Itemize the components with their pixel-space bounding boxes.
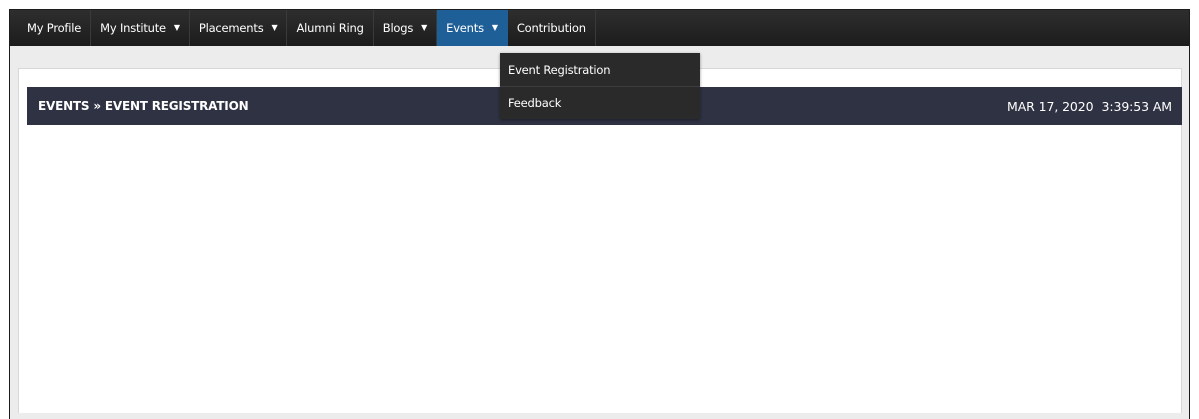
nav-my-institute-label: My Institute xyxy=(100,21,166,35)
nav-events[interactable]: Events ▼ xyxy=(437,10,508,46)
caret-down-icon: ▼ xyxy=(421,23,428,32)
menu-item-event-registration[interactable]: Event Registration xyxy=(500,53,700,86)
nav-placements[interactable]: Placements ▼ xyxy=(190,10,288,46)
nav-my-institute[interactable]: My Institute ▼ xyxy=(91,10,190,46)
menu-item-feedback[interactable]: Feedback xyxy=(500,86,700,119)
caret-down-icon: ▼ xyxy=(173,23,180,32)
nav-blogs[interactable]: Blogs ▼ xyxy=(374,10,438,46)
events-dropdown-menu: Event Registration Feedback xyxy=(500,53,700,119)
nav-my-profile-label: My Profile xyxy=(27,21,82,35)
nav-events-label: Events xyxy=(446,21,484,35)
nav-blogs-label: Blogs xyxy=(382,21,414,35)
nav-my-profile[interactable]: My Profile xyxy=(10,10,92,46)
nav-placements-label: Placements xyxy=(198,21,264,35)
top-navbar: My Profile My Institute ▼ Placements ▼ A… xyxy=(10,10,1189,46)
caret-down-icon: ▼ xyxy=(491,23,498,32)
nav-contribution[interactable]: Contribution xyxy=(508,10,596,46)
nav-alumni-ring[interactable]: Alumni Ring xyxy=(287,10,374,46)
page-title: EVENTS » EVENT REGISTRATION xyxy=(38,99,249,113)
nav-alumni-ring-label: Alumni Ring xyxy=(296,21,364,35)
current-date: MAR 17, 2020 xyxy=(1007,98,1094,114)
caret-down-icon: ▼ xyxy=(271,23,278,32)
current-time: 3:39:53 AM xyxy=(1101,98,1173,114)
nav-contribution-label: Contribution xyxy=(516,21,586,35)
current-datetime: MAR 17, 2020 3:39:53 AM xyxy=(1007,99,1172,114)
